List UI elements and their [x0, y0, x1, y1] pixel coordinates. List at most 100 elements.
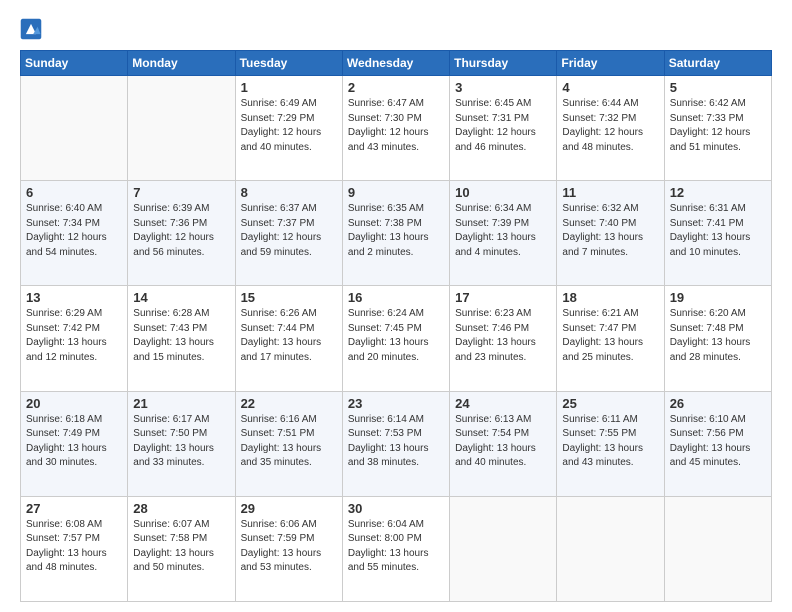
calendar-cell: 17Sunrise: 6:23 AMSunset: 7:46 PMDayligh…: [450, 286, 557, 391]
day-info: Sunrise: 6:28 AMSunset: 7:43 PMDaylight:…: [133, 307, 229, 365]
day-number: 19: [670, 290, 766, 305]
day-info: Sunrise: 6:11 AMSunset: 7:55 PMDaylight:…: [562, 413, 658, 471]
day-number: 2: [348, 80, 444, 95]
calendar-cell: 1Sunrise: 6:49 AMSunset: 7:29 PMDaylight…: [235, 76, 342, 181]
weekday-header-tuesday: Tuesday: [235, 51, 342, 76]
calendar-cell: 19 Sunrise: 6:20 AMSunset: 7:48 PMDayligh…: [664, 286, 771, 391]
day-info: Sunrise: 6:42 AMSunset: 7:33 PMDaylight:…: [670, 97, 766, 155]
calendar-cell: 27Sunrise: 6:08 AMSunset: 7:57 PMDayligh…: [21, 496, 128, 601]
calendar-cell: 23 Sunrise: 6:14 AMSunset: 7:53 PMDayligh…: [342, 391, 449, 496]
day-info: Sunrise: 6:24 AMSunset: 7:45 PMDaylight:…: [348, 307, 444, 365]
calendar-cell: 18 Sunrise: 6:21 AMSunset: 7:47 PMDayligh…: [557, 286, 664, 391]
day-number: 26: [670, 396, 766, 411]
calendar-cell: 11Sunrise: 6:32 AMSunset: 7:40 PMDayligh…: [557, 181, 664, 286]
calendar-cell: 30 Sunrise: 6:04 AMSunset: 8:00 PMDayligh…: [342, 496, 449, 601]
day-info: Sunrise: 6:39 AMSunset: 7:36 PMDaylight:…: [133, 202, 229, 260]
logo: [20, 18, 46, 40]
weekday-header-row: SundayMondayTuesdayWednesdayThursdayFrid…: [21, 51, 772, 76]
calendar-cell: [557, 496, 664, 601]
day-info: Sunrise: 6:06 AMSunset: 7:59 PMDaylight:…: [241, 518, 337, 576]
calendar-cell: 6 Sunrise: 6:40 AMSunset: 7:34 PMDaylight…: [21, 181, 128, 286]
day-number: 14: [133, 290, 229, 305]
day-number: 22: [241, 396, 337, 411]
calendar-cell: [128, 76, 235, 181]
week-row-3: 13Sunrise: 6:29 AMSunset: 7:42 PMDayligh…: [21, 286, 772, 391]
day-number: 11: [562, 185, 658, 200]
calendar-cell: 13Sunrise: 6:29 AMSunset: 7:42 PMDayligh…: [21, 286, 128, 391]
day-info: Sunrise: 6:18 AMSunset: 7:49 PMDaylight:…: [26, 413, 122, 471]
week-row-4: 20 Sunrise: 6:18 AMSunset: 7:49 PMDayligh…: [21, 391, 772, 496]
calendar-cell: 5 Sunrise: 6:42 AMSunset: 7:33 PMDaylight…: [664, 76, 771, 181]
day-info: Sunrise: 6:21 AMSunset: 7:47 PMDaylight:…: [562, 307, 658, 365]
weekday-header-sunday: Sunday: [21, 51, 128, 76]
day-info: Sunrise: 6:10 AMSunset: 7:56 PMDaylight:…: [670, 413, 766, 471]
weekday-header-monday: Monday: [128, 51, 235, 76]
day-info: Sunrise: 6:44 AMSunset: 7:32 PMDaylight:…: [562, 97, 658, 155]
day-info: Sunrise: 6:47 AMSunset: 7:30 PMDaylight:…: [348, 97, 444, 155]
week-row-1: 1Sunrise: 6:49 AMSunset: 7:29 PMDaylight…: [21, 76, 772, 181]
day-info: Sunrise: 6:04 AMSunset: 8:00 PMDaylight:…: [348, 518, 444, 576]
calendar-cell: 2 Sunrise: 6:47 AMSunset: 7:30 PMDaylight…: [342, 76, 449, 181]
day-info: Sunrise: 6:29 AMSunset: 7:42 PMDaylight:…: [26, 307, 122, 365]
logo-icon: [20, 18, 42, 40]
day-info: Sunrise: 6:34 AMSunset: 7:39 PMDaylight:…: [455, 202, 551, 260]
day-info: Sunrise: 6:26 AMSunset: 7:44 PMDaylight:…: [241, 307, 337, 365]
day-info: Sunrise: 6:07 AMSunset: 7:58 PMDaylight:…: [133, 518, 229, 576]
calendar-cell: 29 Sunrise: 6:06 AMSunset: 7:59 PMDayligh…: [235, 496, 342, 601]
day-number: 1: [241, 80, 337, 95]
day-info: Sunrise: 6:14 AMSunset: 7:53 PMDaylight:…: [348, 413, 444, 471]
day-number: 9: [348, 185, 444, 200]
day-info: Sunrise: 6:40 AMSunset: 7:34 PMDaylight:…: [26, 202, 122, 260]
day-number: 29: [241, 501, 337, 516]
week-row-2: 6 Sunrise: 6:40 AMSunset: 7:34 PMDaylight…: [21, 181, 772, 286]
weekday-header-friday: Friday: [557, 51, 664, 76]
day-number: 20: [26, 396, 122, 411]
calendar-cell: 7 Sunrise: 6:39 AMSunset: 7:36 PMDaylight…: [128, 181, 235, 286]
day-number: 17: [455, 290, 551, 305]
calendar-cell: 25 Sunrise: 6:11 AMSunset: 7:55 PMDayligh…: [557, 391, 664, 496]
calendar-cell: 16 Sunrise: 6:24 AMSunset: 7:45 PMDayligh…: [342, 286, 449, 391]
day-number: 18: [562, 290, 658, 305]
calendar-cell: 28 Sunrise: 6:07 AMSunset: 7:58 PMDayligh…: [128, 496, 235, 601]
day-number: 7: [133, 185, 229, 200]
calendar-cell: 4 Sunrise: 6:44 AMSunset: 7:32 PMDaylight…: [557, 76, 664, 181]
calendar-cell: [21, 76, 128, 181]
calendar-cell: 22Sunrise: 6:16 AMSunset: 7:51 PMDayligh…: [235, 391, 342, 496]
day-info: Sunrise: 6:13 AMSunset: 7:54 PMDaylight:…: [455, 413, 551, 471]
day-info: Sunrise: 6:08 AMSunset: 7:57 PMDaylight:…: [26, 518, 122, 576]
day-number: 8: [241, 185, 337, 200]
day-number: 6: [26, 185, 122, 200]
day-info: Sunrise: 6:45 AMSunset: 7:31 PMDaylight:…: [455, 97, 551, 155]
header: [20, 18, 772, 40]
day-info: Sunrise: 6:31 AMSunset: 7:41 PMDaylight:…: [670, 202, 766, 260]
day-number: 3: [455, 80, 551, 95]
day-number: 5: [670, 80, 766, 95]
day-number: 10: [455, 185, 551, 200]
day-number: 28: [133, 501, 229, 516]
week-row-5: 27Sunrise: 6:08 AMSunset: 7:57 PMDayligh…: [21, 496, 772, 601]
day-info: Sunrise: 6:17 AMSunset: 7:50 PMDaylight:…: [133, 413, 229, 471]
day-number: 24: [455, 396, 551, 411]
calendar-table: SundayMondayTuesdayWednesdayThursdayFrid…: [20, 50, 772, 602]
weekday-header-saturday: Saturday: [664, 51, 771, 76]
weekday-header-wednesday: Wednesday: [342, 51, 449, 76]
day-info: Sunrise: 6:20 AMSunset: 7:48 PMDaylight:…: [670, 307, 766, 365]
calendar-cell: 12Sunrise: 6:31 AMSunset: 7:41 PMDayligh…: [664, 181, 771, 286]
day-number: 25: [562, 396, 658, 411]
calendar-cell: 10 Sunrise: 6:34 AMSunset: 7:39 PMDayligh…: [450, 181, 557, 286]
calendar-cell: [664, 496, 771, 601]
day-number: 30: [348, 501, 444, 516]
calendar-cell: 26 Sunrise: 6:10 AMSunset: 7:56 PMDayligh…: [664, 391, 771, 496]
calendar-cell: 24 Sunrise: 6:13 AMSunset: 7:54 PMDayligh…: [450, 391, 557, 496]
calendar-cell: [450, 496, 557, 601]
calendar-cell: 20 Sunrise: 6:18 AMSunset: 7:49 PMDayligh…: [21, 391, 128, 496]
calendar-cell: 8Sunrise: 6:37 AMSunset: 7:37 PMDaylight…: [235, 181, 342, 286]
day-number: 4: [562, 80, 658, 95]
page: SundayMondayTuesdayWednesdayThursdayFrid…: [0, 0, 792, 612]
day-number: 23: [348, 396, 444, 411]
calendar-cell: 14 Sunrise: 6:28 AMSunset: 7:43 PMDayligh…: [128, 286, 235, 391]
day-number: 16: [348, 290, 444, 305]
day-info: Sunrise: 6:35 AMSunset: 7:38 PMDaylight:…: [348, 202, 444, 260]
calendar-cell: 21Sunrise: 6:17 AMSunset: 7:50 PMDayligh…: [128, 391, 235, 496]
weekday-header-thursday: Thursday: [450, 51, 557, 76]
